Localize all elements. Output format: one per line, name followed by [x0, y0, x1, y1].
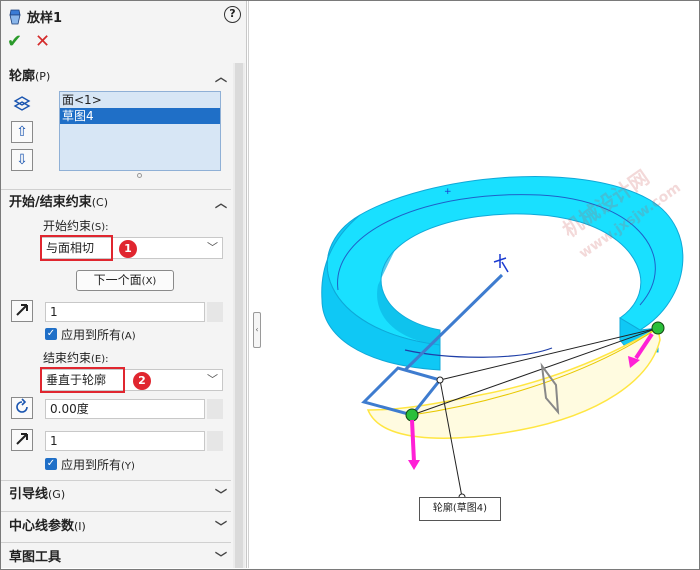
section-divider — [1, 189, 231, 190]
guide-curves-section-header[interactable]: 引导线(G) ﹀ — [1, 483, 231, 507]
apply-all-checkbox-1[interactable]: ✓ — [45, 328, 57, 340]
constraint-section-shortcut: (C) — [91, 196, 109, 209]
end-highlight-box — [40, 367, 125, 393]
profile-section-header[interactable]: 轮廓(P) ︿ — [1, 65, 231, 89]
chevron-down-icon: ﹀ — [207, 373, 218, 386]
next-face-shortcut: (X) — [141, 276, 157, 287]
guide-curves-title: 引导线 — [9, 487, 49, 502]
profile-section-title: 轮廓 — [9, 69, 36, 84]
arrow-up-icon: ⇧ — [16, 124, 28, 140]
apply-all-text-2: 应用到所有 — [61, 458, 122, 472]
end-tangent-length-input[interactable]: 1 — [45, 431, 205, 451]
apply-all-text-1: 应用到所有 — [61, 328, 122, 342]
apply-all-label-2: 应用到所有(Y) — [61, 456, 135, 473]
draft-angle-icon — [11, 397, 33, 419]
sketch-axis-line — [403, 273, 504, 372]
field-spinner[interactable] — [207, 302, 223, 322]
next-face-label: 下一个面 — [93, 273, 142, 287]
end-constraint-shortcut: (E): — [91, 354, 109, 365]
chevron-up-icon[interactable]: ︿ — [215, 65, 227, 89]
apply-all-shortcut-2: (Y) — [121, 461, 135, 472]
panel-splitter[interactable] — [248, 1, 255, 568]
chevron-down-icon[interactable]: ﹀ — [215, 515, 227, 539]
start-tangent-length-input[interactable]: 1 — [45, 302, 205, 322]
section-divider — [1, 480, 231, 481]
check-icon: ✔ — [7, 31, 23, 52]
step-badge-2: 2 — [133, 372, 151, 390]
tangent-length-icon — [11, 300, 33, 322]
feature-title: 放样1 — [9, 7, 62, 26]
chevron-down-icon: ﹀ — [207, 241, 218, 254]
move-up-button[interactable]: ⇧ — [11, 121, 33, 143]
profile-item-sketch[interactable]: 草图4 — [60, 108, 220, 124]
sketch-tools-section-header[interactable]: 草图工具 ﹀ — [1, 546, 231, 568]
centerline-title: 中心线参数 — [9, 519, 75, 534]
apply-all-label-1: 应用到所有(A) — [61, 326, 136, 343]
start-constraint-label: 开始约束(S): — [43, 217, 109, 234]
property-manager: 放样1 ? ✔ ✕ 轮廓(P) ︿ ⇧ ⇩ 面<1> 草图4 开始/结束约束(C… — [1, 1, 247, 568]
move-down-button[interactable]: ⇩ — [11, 149, 33, 171]
start-highlight-box — [40, 235, 113, 261]
help-icon[interactable]: ? — [224, 6, 241, 23]
field-spinner[interactable] — [207, 399, 223, 419]
origin-mark: + — [444, 187, 452, 197]
start-constraint-label-text: 开始约束 — [43, 219, 92, 233]
section-divider — [1, 542, 231, 543]
apply-all-shortcut-1: (A) — [121, 331, 136, 342]
ok-button[interactable]: ✔ — [7, 33, 22, 51]
step-badge-1: 1 — [119, 240, 137, 258]
triad-icon — [493, 254, 509, 273]
centerline-section-header[interactable]: 中心线参数(I) ﹀ — [1, 515, 231, 539]
list-resize-handle[interactable] — [137, 173, 142, 178]
arrow-down-icon: ⇩ — [16, 152, 28, 168]
end-constraint-label: 结束约束(E): — [43, 349, 109, 366]
profile-callout[interactable]: 轮廓(草图4) — [419, 497, 501, 521]
profile-section-shortcut: (P) — [35, 70, 51, 83]
end-constraint-label-text: 结束约束 — [43, 351, 92, 365]
graphics-viewport[interactable]: + — [262, 1, 699, 568]
centerline-shortcut: (I) — [74, 520, 86, 533]
chevron-down-icon[interactable]: ﹀ — [215, 483, 227, 507]
chevron-down-icon[interactable]: ﹀ — [215, 546, 227, 568]
constraint-section-title: 开始/结束约束 — [9, 195, 92, 210]
tangent-length-icon — [11, 429, 33, 451]
connector-handle — [405, 408, 419, 422]
scrollbar-thumb[interactable] — [235, 63, 243, 568]
next-face-button[interactable]: 下一个面(X) — [76, 270, 174, 291]
loft-feature-icon — [9, 9, 21, 24]
cancel-button[interactable]: ✕ — [35, 33, 50, 51]
profile-callout-label: 轮廓(草图4) — [432, 503, 488, 514]
feature-title-text: 放样1 — [27, 11, 63, 26]
profile-icon — [11, 93, 33, 115]
sketch-tools-title: 草图工具 — [9, 550, 62, 565]
apply-all-checkbox-2[interactable]: ✓ — [45, 458, 57, 470]
callout-anchor — [436, 376, 444, 384]
start-direction-arrow — [410, 419, 416, 463]
profile-item-face[interactable]: 面<1> — [60, 92, 220, 108]
collapse-panel-handle[interactable]: ‹ — [253, 312, 261, 348]
constraint-section-header[interactable]: 开始/结束约束(C) ︿ — [1, 191, 231, 215]
x-icon: ✕ — [35, 31, 51, 52]
section-divider — [1, 511, 231, 512]
panel-scrollbar[interactable] — [233, 63, 245, 568]
profile-list[interactable]: 面<1> 草图4 — [59, 91, 221, 171]
start-constraint-shortcut: (S): — [91, 222, 109, 233]
start-direction-arrowhead — [408, 460, 420, 470]
guide-curves-shortcut: (G) — [48, 488, 66, 501]
connector-handle — [651, 321, 665, 335]
draft-angle-input[interactable]: 0.00度 — [45, 399, 205, 419]
chevron-up-icon[interactable]: ︿ — [215, 191, 227, 215]
field-spinner[interactable] — [207, 431, 223, 451]
